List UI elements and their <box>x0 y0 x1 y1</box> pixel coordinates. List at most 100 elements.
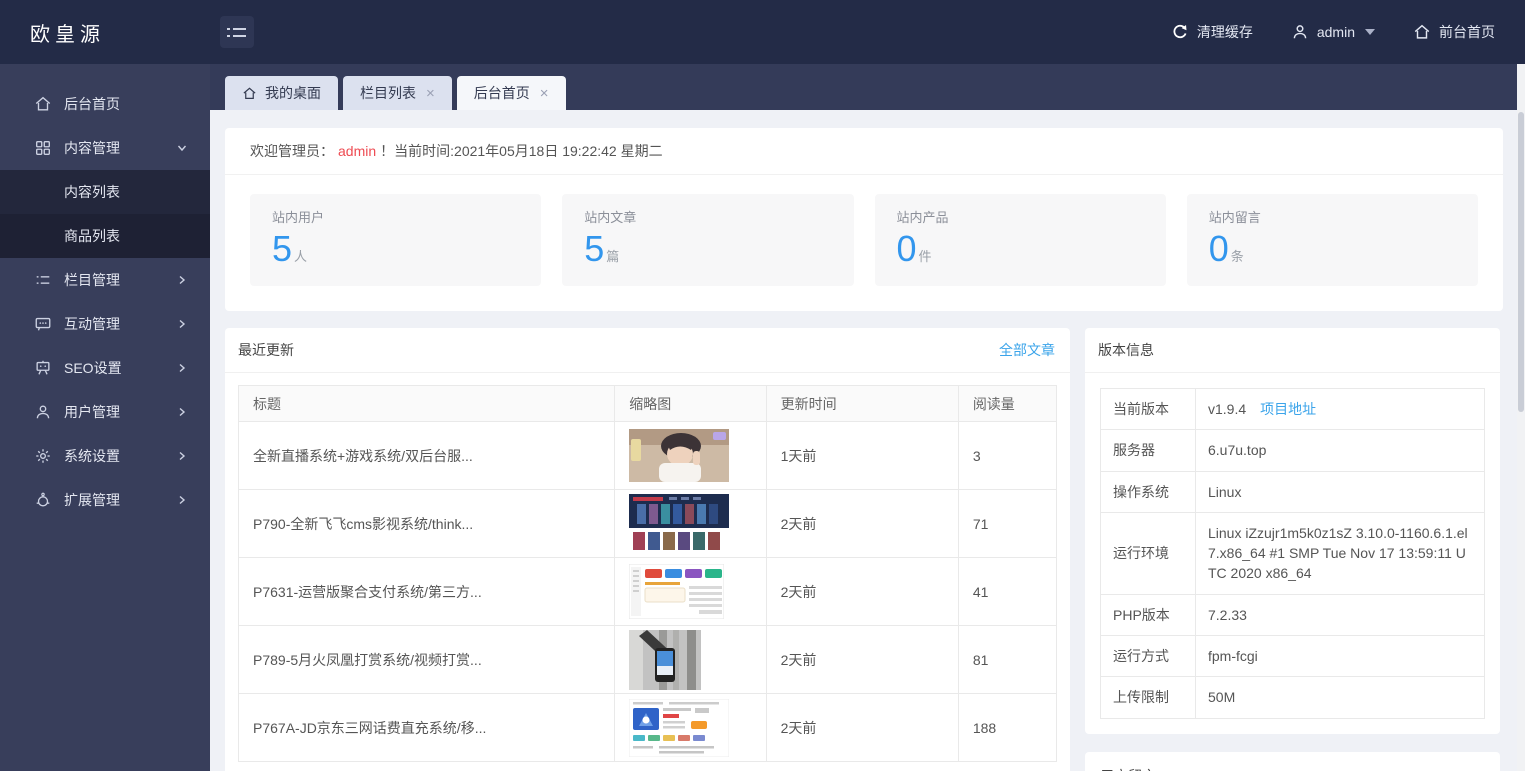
all-articles-link[interactable]: 全部文章 <box>999 340 1055 360</box>
thumbnail-phone-photo <box>629 630 701 690</box>
sidebar-submenu-content: 内容列表 商品列表 <box>0 170 210 258</box>
version-row: 当前版本 v1.9.4 项目地址 <box>1101 389 1485 430</box>
sidebar-item-system-settings[interactable]: 系统设置 <box>0 434 210 478</box>
tab-my-desktop[interactable]: 我的桌面 <box>225 76 338 110</box>
clear-cache-button[interactable]: 清理缓存 <box>1171 22 1253 42</box>
welcome-message: 欢迎管理员： admin ！当前时间:2021年05月18日 19:22:42 … <box>225 128 1503 175</box>
thumbnail-payment-dashboard <box>629 564 724 619</box>
sidebar: 后台首页 内容管理 内容列表 商品列表 栏目管理 互动管理 <box>0 64 210 771</box>
table-row[interactable]: P790-全新飞飞cms影视系统/think... 2天前 71 <box>239 490 1057 558</box>
project-url-link[interactable]: 项目地址 <box>1260 401 1316 417</box>
front-home-button[interactable]: 前台首页 <box>1413 22 1495 42</box>
home-icon <box>34 95 52 113</box>
recent-updates-panel: 最近更新 全部文章 标题 缩略图 更新时间 阅读量 <box>225 328 1070 771</box>
close-icon[interactable]: × <box>426 85 435 102</box>
article-title: P7631-运营版聚合支付系统/第三方... <box>239 558 615 626</box>
sidebar-item-content-list[interactable]: 内容列表 <box>0 170 210 214</box>
version-info-panel: 版本信息 当前版本 v1.9.4 项目地址 服务器 6.u7u.top <box>1085 328 1500 734</box>
chevron-right-icon <box>176 450 188 462</box>
sidebar-collapse-button[interactable] <box>220 16 254 48</box>
version-value: 6.u7u.top <box>1196 430 1485 471</box>
panel-title: 版本信息 <box>1098 340 1154 360</box>
sidebar-item-content-mgmt[interactable]: 内容管理 <box>0 126 210 170</box>
version-value: 50M <box>1196 677 1485 718</box>
col-header-reads: 阅读量 <box>958 386 1056 422</box>
table-row[interactable]: P7631-运营版聚合支付系统/第三方... 2天前 41 <box>239 558 1057 626</box>
version-value: v1.9.4 <box>1208 401 1246 417</box>
thumbnail-movie-site <box>629 494 729 554</box>
version-label: 当前版本 <box>1101 389 1196 430</box>
thumbnail-girl-photo <box>629 429 729 482</box>
article-time: 2天前 <box>766 694 958 762</box>
main-content: 我的桌面 栏目列表 × 后台首页 × 欢迎管理员： admin ！当前时间:20… <box>210 64 1525 771</box>
stat-value: 5 <box>584 228 604 269</box>
article-time: 2天前 <box>766 558 958 626</box>
sidebar-item-column-mgmt[interactable]: 栏目管理 <box>0 258 210 302</box>
app-logo: 欧皇源 <box>0 18 210 47</box>
version-value: Linux iZzujr1m5k0z1sZ 3.10.0-1160.6.1.el… <box>1196 512 1485 594</box>
admin-name: admin <box>338 143 376 159</box>
page-body: 欢迎管理员： admin ！当前时间:2021年05月18日 19:22:42 … <box>210 110 1525 771</box>
refresh-icon <box>1171 23 1189 41</box>
article-reads: 188 <box>958 694 1056 762</box>
version-row: PHP版本 7.2.33 <box>1101 594 1485 635</box>
vertical-scrollbar[interactable] <box>1517 64 1525 771</box>
user-icon <box>34 403 52 421</box>
panel-title: 最近更新 <box>238 340 294 360</box>
chevron-right-icon <box>176 406 188 418</box>
chevron-right-icon <box>176 494 188 506</box>
scrollbar-thumb[interactable] <box>1518 112 1524 412</box>
stat-value: 5 <box>272 228 292 269</box>
article-reads: 41 <box>958 558 1056 626</box>
table-row[interactable]: 全新直播系统+游戏系统/双后台服... 1天前 3 <box>239 422 1057 490</box>
version-row: 上传限制 50M <box>1101 677 1485 718</box>
col-header-title: 标题 <box>239 386 615 422</box>
board-icon <box>34 359 52 377</box>
stat-value: 0 <box>1209 228 1229 269</box>
thumbnail-recharge-page <box>629 699 729 757</box>
chat-icon <box>34 315 52 333</box>
recent-updates-table: 标题 缩略图 更新时间 阅读量 全新直播系统+游戏系统/双后台服... <box>238 385 1057 762</box>
tab-bar: 我的桌面 栏目列表 × 后台首页 × <box>210 64 1525 110</box>
sidebar-item-dashboard[interactable]: 后台首页 <box>0 82 210 126</box>
stat-site-messages: 站内留言 0条 <box>1187 194 1478 286</box>
sidebar-item-user-mgmt[interactable]: 用户管理 <box>0 390 210 434</box>
list-icon <box>34 271 52 289</box>
article-title: P767A-JD京东三网话费直充系统/移... <box>239 694 615 762</box>
chevron-down-icon <box>176 142 188 154</box>
version-value: Linux <box>1196 471 1485 512</box>
user-messages-panel: 用户留言 <box>1085 752 1500 771</box>
tab-column-list[interactable]: 栏目列表 × <box>343 76 452 110</box>
sidebar-item-seo-settings[interactable]: SEO设置 <box>0 346 210 390</box>
article-reads: 81 <box>958 626 1056 694</box>
chevron-down-icon <box>1365 29 1375 35</box>
version-label: 上传限制 <box>1101 677 1196 718</box>
version-label: 运行方式 <box>1101 636 1196 677</box>
welcome-stats-panel: 欢迎管理员： admin ！当前时间:2021年05月18日 19:22:42 … <box>225 128 1503 311</box>
col-header-thumbnail: 缩略图 <box>615 386 766 422</box>
username: admin <box>1317 24 1355 40</box>
table-row[interactable]: P767A-JD京东三网话费直充系统/移... 2天前 188 <box>239 694 1057 762</box>
sidebar-item-product-list[interactable]: 商品列表 <box>0 214 210 258</box>
stat-value: 0 <box>897 228 917 269</box>
stat-site-users: 站内用户 5人 <box>250 194 541 286</box>
sidebar-item-interact-mgmt[interactable]: 互动管理 <box>0 302 210 346</box>
stat-site-articles: 站内文章 5篇 <box>562 194 853 286</box>
version-row: 运行方式 fpm-fcgi <box>1101 636 1485 677</box>
col-header-updated: 更新时间 <box>766 386 958 422</box>
topbar: 欧皇源 清理缓存 admin 前台首页 <box>0 0 1525 64</box>
grid-icon <box>34 139 52 157</box>
version-table: 当前版本 v1.9.4项目地址 服务器 6.u7u.top 操作系统 Linux <box>1100 388 1485 719</box>
close-icon[interactable]: × <box>540 85 549 102</box>
table-row[interactable]: P789-5月火凤凰打赏系统/视频打赏... 2天前 81 <box>239 626 1057 694</box>
collapse-icon <box>227 28 254 30</box>
stat-site-products: 站内产品 0件 <box>875 194 1166 286</box>
robot-icon <box>34 491 52 509</box>
article-time: 1天前 <box>766 422 958 490</box>
version-label: 服务器 <box>1101 430 1196 471</box>
version-label: 运行环境 <box>1101 512 1196 594</box>
sidebar-item-extension-mgmt[interactable]: 扩展管理 <box>0 478 210 522</box>
tab-admin-home[interactable]: 后台首页 × <box>457 76 566 110</box>
article-title: P789-5月火凤凰打赏系统/视频打赏... <box>239 626 615 694</box>
user-menu[interactable]: admin <box>1291 23 1375 41</box>
